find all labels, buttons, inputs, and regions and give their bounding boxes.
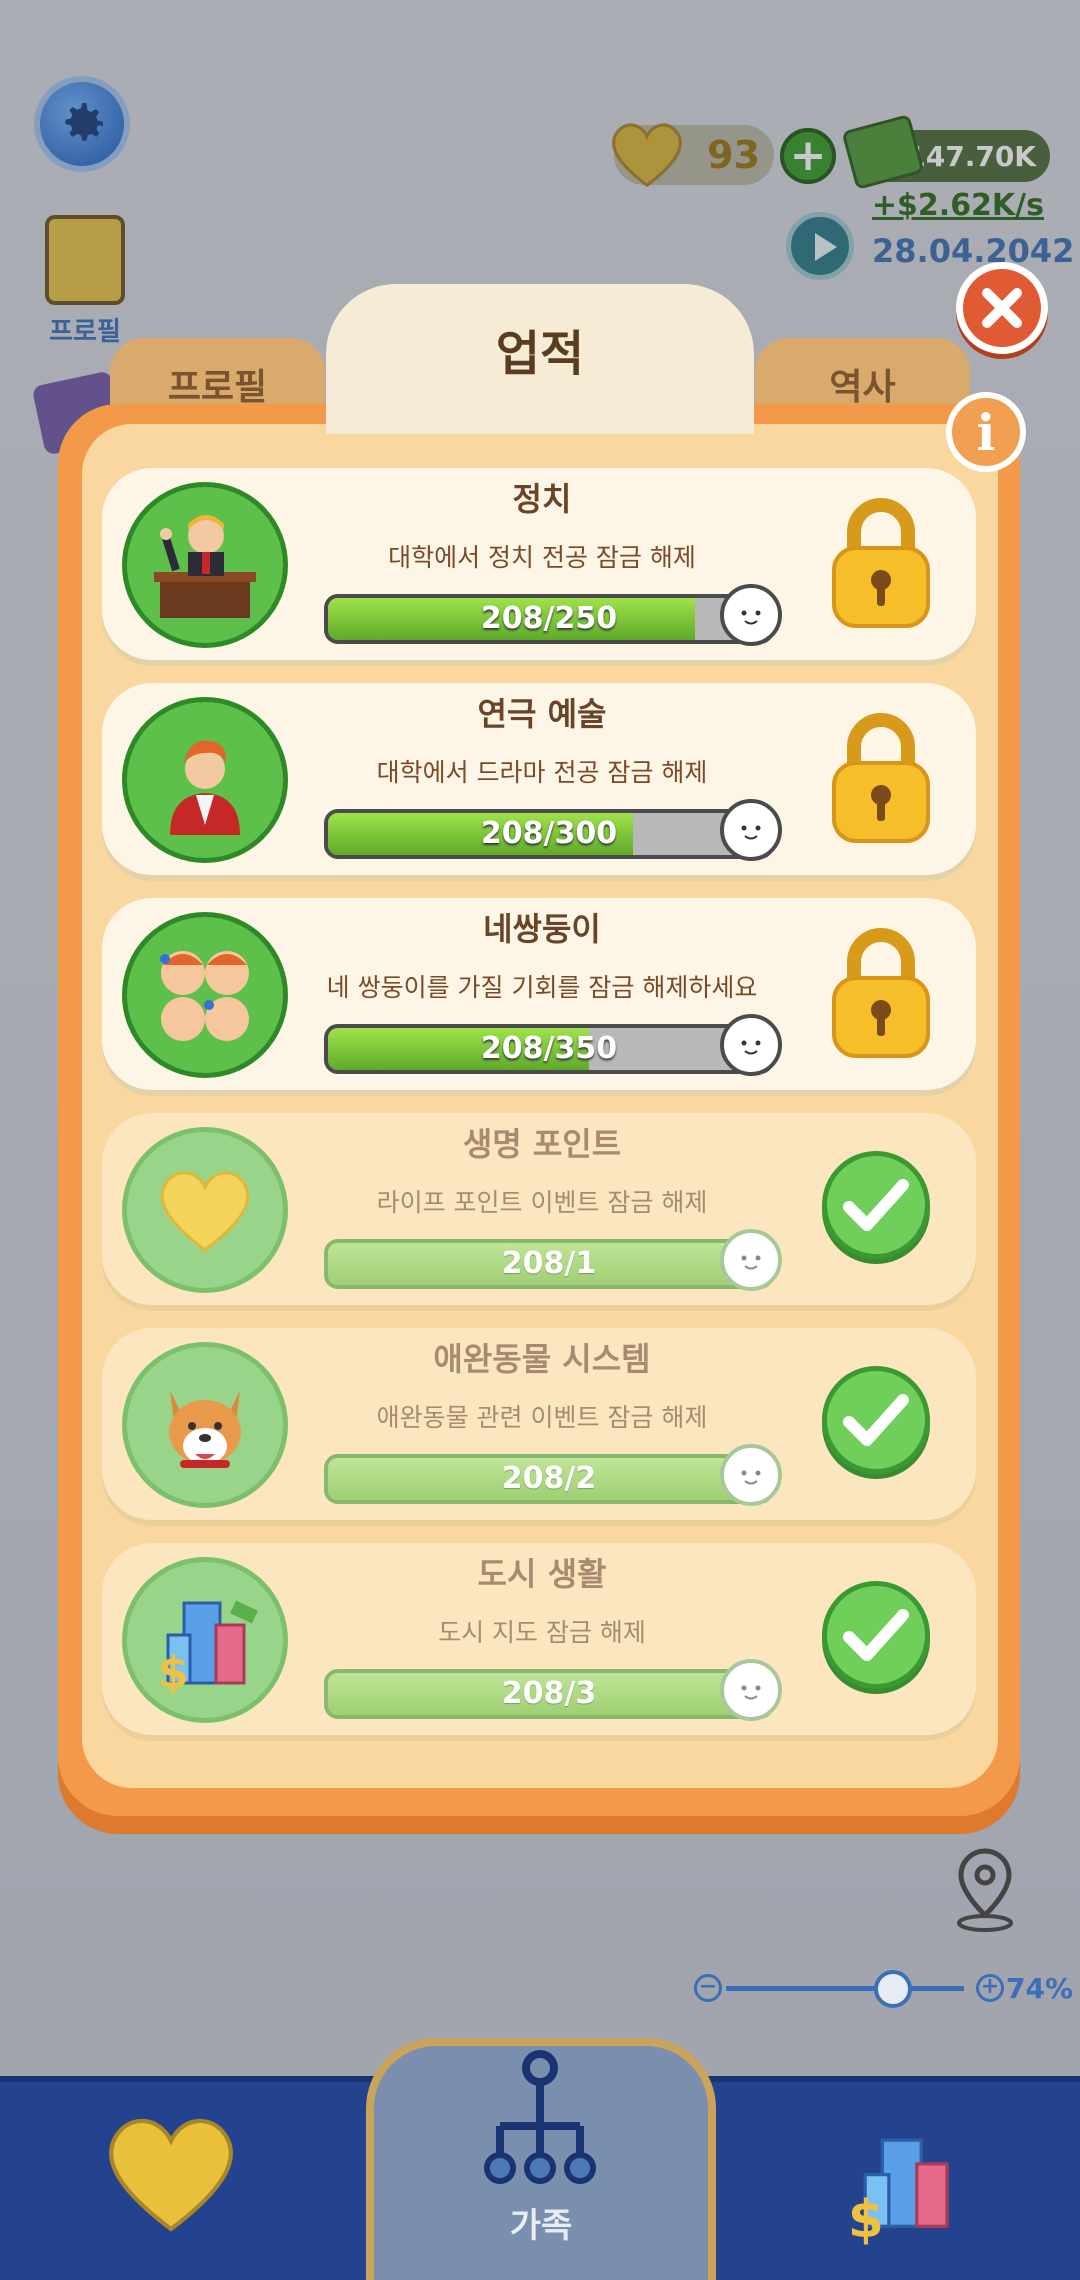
baby-face-icon <box>720 1014 782 1076</box>
map-pin-icon[interactable] <box>950 1845 1020 1935</box>
achievement-description: 애완동물 관련 이벤트 잠금 해제 <box>376 1403 708 1432</box>
achievement-description: 라이프 포인트 이벤트 잠금 해제 <box>376 1188 708 1217</box>
zoom-slider[interactable]: − + 74% <box>694 1968 1073 2008</box>
actor-icon <box>122 697 288 863</box>
achievement-card-city-life: $ 도시 생활 도시 지도 잠금 해제 208/3 <box>102 1543 976 1735</box>
achievement-card-politics: 정치 대학에서 정치 전공 잠금 해제 208/250 <box>102 468 976 660</box>
achievement-card-life-points: 생명 포인트 라이프 포인트 이벤트 잠금 해제 208/1 <box>102 1113 976 1305</box>
zoom-level: 74% <box>1006 1972 1074 2005</box>
lock-icon <box>832 713 930 843</box>
baby-face-icon <box>720 1444 782 1506</box>
progress-text: 208/1 <box>501 1246 597 1281</box>
lock-icon <box>832 928 930 1058</box>
progress-bar: 208/300 <box>324 809 774 859</box>
politician-icon <box>122 482 288 648</box>
completed-check-icon <box>822 1151 930 1259</box>
achievement-card-pet-system: 애완동물 시스템 애완동물 관련 이벤트 잠금 해제 208/2 <box>102 1328 976 1520</box>
progress-bar: 208/350 <box>324 1024 774 1074</box>
achievements-list: 정치 대학에서 정치 전공 잠금 해제 208/250 연극 예술 대학에서 드… <box>102 468 976 1758</box>
progress-bar: 208/250 <box>324 594 774 644</box>
achievement-title: 네쌍둥이 <box>483 910 601 948</box>
nav-city-icon[interactable]: $ <box>830 2110 980 2250</box>
zoom-track[interactable] <box>726 1986 964 1991</box>
baby-face-icon <box>720 799 782 861</box>
achievement-description: 대학에서 정치 전공 잠금 해제 <box>388 543 696 572</box>
progress-text: 208/2 <box>501 1461 597 1496</box>
achievement-description: 도시 지도 잠금 해제 <box>438 1618 646 1647</box>
baby-face-icon <box>720 584 782 646</box>
progress-text: 208/250 <box>480 601 618 636</box>
city-icon: $ <box>122 1557 288 1723</box>
zoom-knob[interactable] <box>874 1970 912 2008</box>
svg-text:$: $ <box>158 1647 189 1698</box>
achievement-card-drama: 연극 예술 대학에서 드라마 전공 잠금 해제 208/300 <box>102 683 976 875</box>
progress-bar: 208/2 <box>324 1454 774 1504</box>
progress-text: 208/350 <box>480 1031 618 1066</box>
dog-icon <box>122 1342 288 1508</box>
completed-check-icon <box>822 1366 930 1474</box>
achievement-title: 정치 <box>512 480 572 518</box>
baby-face-icon <box>720 1659 782 1721</box>
progress-bar: 208/3 <box>324 1669 774 1719</box>
close-button[interactable] <box>956 262 1048 354</box>
quadruplets-icon <box>122 912 288 1078</box>
achievement-title: 연극 예술 <box>477 695 607 733</box>
close-icon <box>982 288 1022 328</box>
zoom-out-button[interactable]: − <box>694 1974 722 2002</box>
nav-family-label: 가족 <box>509 2206 573 2246</box>
family-tree-icon <box>484 2050 596 2184</box>
completed-check-icon <box>822 1581 930 1689</box>
achievement-description: 대학에서 드라마 전공 잠금 해제 <box>376 758 708 787</box>
lock-icon <box>832 498 930 628</box>
tab-achievements[interactable]: 업적 <box>326 284 754 434</box>
progress-text: 208/3 <box>501 1676 597 1711</box>
achievement-description: 네 쌍둥이를 가질 기회를 잠금 해제하세요 <box>326 973 758 1002</box>
achievement-card-quadruplets: 네쌍둥이 네 쌍둥이를 가질 기회를 잠금 해제하세요 208/350 <box>102 898 976 1090</box>
progress-bar: 208/1 <box>324 1239 774 1289</box>
achievement-title: 생명 포인트 <box>462 1125 622 1163</box>
svg-text:$: $ <box>848 2190 884 2250</box>
info-icon: i <box>976 402 996 462</box>
baby-face-icon <box>720 1229 782 1291</box>
heart-icon <box>122 1127 288 1293</box>
nav-heart-icon[interactable] <box>98 2110 244 2236</box>
zoom-in-button[interactable]: + <box>976 1974 1004 2002</box>
info-button[interactable]: i <box>946 392 1026 472</box>
achievement-title: 도시 생활 <box>477 1555 607 1593</box>
progress-text: 208/300 <box>480 816 618 851</box>
achievement-title: 애완동물 시스템 <box>433 1340 651 1378</box>
